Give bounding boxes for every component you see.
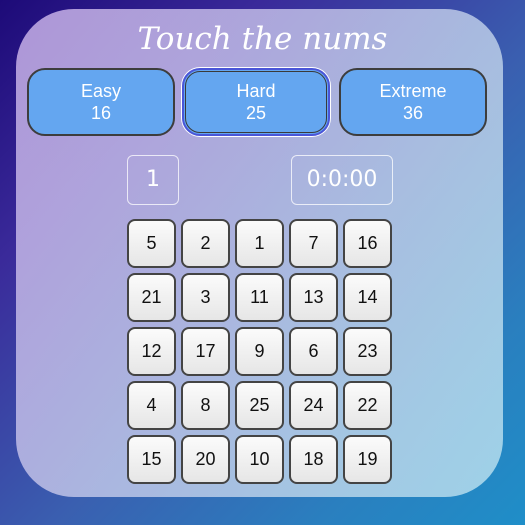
- mode-name: Extreme: [379, 81, 447, 101]
- mode-name: Hard: [236, 81, 276, 101]
- number-grid: 5 2 1 7 16 21 3 11 13 14 12 17 9 6 23 4 …: [127, 219, 392, 484]
- number-tile[interactable]: 4: [127, 381, 176, 430]
- number-tile[interactable]: 23: [343, 327, 392, 376]
- number-tile[interactable]: 3: [181, 273, 230, 322]
- mode-count: 36: [402, 103, 424, 123]
- number-tile[interactable]: 1: [235, 219, 284, 268]
- number-tile[interactable]: 12: [127, 327, 176, 376]
- number-tile[interactable]: 11: [235, 273, 284, 322]
- number-tile[interactable]: 6: [289, 327, 338, 376]
- number-tile[interactable]: 10: [235, 435, 284, 484]
- timer-display: 0:0:00: [291, 155, 393, 205]
- number-tile[interactable]: 21: [127, 273, 176, 322]
- mode-easy-button[interactable]: Easy 16: [27, 68, 175, 136]
- mode-name: Easy: [80, 81, 122, 101]
- number-tile[interactable]: 19: [343, 435, 392, 484]
- number-tile[interactable]: 8: [181, 381, 230, 430]
- number-tile[interactable]: 15: [127, 435, 176, 484]
- mode-hard-button[interactable]: Hard 25: [182, 68, 330, 136]
- next-number-display: 1: [127, 155, 179, 205]
- game-title: Touch the nums: [137, 21, 388, 57]
- number-tile[interactable]: 2: [181, 219, 230, 268]
- number-tile[interactable]: 5: [127, 219, 176, 268]
- mode-extreme-button[interactable]: Extreme 36: [339, 68, 487, 136]
- number-tile[interactable]: 14: [343, 273, 392, 322]
- number-tile[interactable]: 9: [235, 327, 284, 376]
- number-tile[interactable]: 25: [235, 381, 284, 430]
- number-tile[interactable]: 22: [343, 381, 392, 430]
- number-tile[interactable]: 24: [289, 381, 338, 430]
- number-tile[interactable]: 18: [289, 435, 338, 484]
- number-tile[interactable]: 20: [181, 435, 230, 484]
- mode-count: 25: [245, 103, 267, 123]
- number-tile[interactable]: 13: [289, 273, 338, 322]
- number-tile[interactable]: 17: [181, 327, 230, 376]
- mode-count: 16: [90, 103, 112, 123]
- number-tile[interactable]: 7: [289, 219, 338, 268]
- number-tile[interactable]: 16: [343, 219, 392, 268]
